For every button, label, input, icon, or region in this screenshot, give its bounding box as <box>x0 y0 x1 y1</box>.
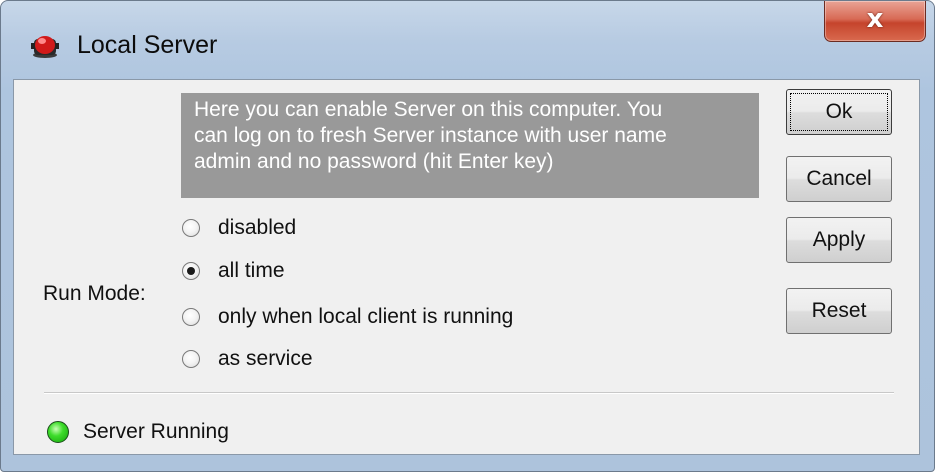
reset-button[interactable]: Reset <box>786 288 892 334</box>
close-button[interactable]: x <box>824 1 926 42</box>
status-text: Server Running <box>83 420 229 443</box>
radio-button[interactable] <box>182 308 200 326</box>
run-mode-label: Run Mode: <box>43 282 146 305</box>
radio-option-local-client[interactable]: only when local client is running <box>182 302 513 332</box>
radio-button-checked[interactable] <box>182 262 200 280</box>
radio-option-all-time[interactable]: all time <box>182 256 285 286</box>
radio-label: as service <box>218 347 313 370</box>
red-server-icon <box>31 36 59 58</box>
window-title: Local Server <box>77 31 218 59</box>
close-icon: x <box>866 4 884 34</box>
radio-label: disabled <box>218 216 297 239</box>
radio-option-disabled[interactable]: disabled <box>182 213 296 243</box>
ok-button[interactable]: Ok <box>786 89 892 135</box>
radio-label: only when local client is running <box>218 305 514 328</box>
apply-button[interactable]: Apply <box>786 217 892 263</box>
local-server-dialog: Local Server x Here you can enable Serve… <box>0 0 935 472</box>
radio-button[interactable] <box>182 350 200 368</box>
dialog-body: Here you can enable Server on this compu… <box>13 79 920 455</box>
green-status-led-icon <box>47 421 69 443</box>
divider <box>44 392 894 394</box>
title-bar[interactable]: Local Server x <box>1 1 934 79</box>
info-line: can log on to fresh Server instance with… <box>194 124 667 147</box>
radio-label: all time <box>218 259 285 282</box>
radio-option-as-service[interactable]: as service <box>182 344 313 374</box>
info-message: Here you can enable Server on this compu… <box>181 93 759 198</box>
radio-button[interactable] <box>182 219 200 237</box>
info-line: Here you can enable Server on this compu… <box>194 98 663 121</box>
cancel-button[interactable]: Cancel <box>786 156 892 202</box>
info-line: admin and no password (hit Enter key) <box>194 150 554 173</box>
